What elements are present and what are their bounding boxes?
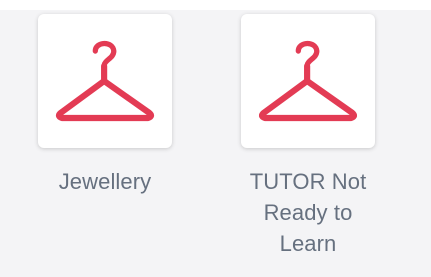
category-label: Jewellery: [58, 169, 152, 194]
hanger-question-icon: [55, 40, 155, 122]
category-item-tutor-not-ready-to-learn[interactable]: TUTOR Not Ready to Learn: [238, 14, 378, 259]
category-tile[interactable]: [241, 14, 375, 148]
category-item-jewellery[interactable]: Jewellery: [35, 14, 175, 197]
category-tile[interactable]: [38, 14, 172, 148]
top-strip: [0, 0, 431, 10]
category-label: TUTOR Not Ready to Learn: [249, 169, 367, 256]
hanger-question-icon: [258, 40, 358, 122]
